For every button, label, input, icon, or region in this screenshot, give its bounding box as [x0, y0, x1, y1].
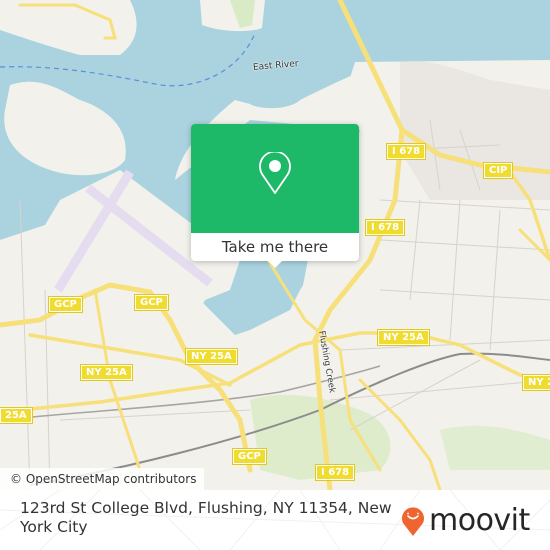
moovit-wordmark: moovit [429, 503, 530, 538]
shield-gcp-east: GCP [134, 294, 169, 311]
address-text: 123rd St College Blvd, Flushing, NY 1135… [20, 499, 392, 536]
shield-25a-edge: 25A [0, 407, 33, 424]
popup-pointer [267, 260, 283, 268]
map-view[interactable]: East River Flushing Creek I 678 CIP I 67… [0, 0, 550, 490]
shield-gcp-west: GCP [48, 296, 83, 313]
shield-gcp-south: GCP [232, 448, 267, 465]
moovit-logo[interactable]: moovit [400, 504, 530, 538]
footer: 123rd St College Blvd, Flushing, NY 1135… [0, 490, 550, 550]
map-pin-icon [259, 152, 291, 194]
location-popup: Take me there [191, 124, 359, 268]
shield-ny25a-center: NY 25A [377, 329, 430, 346]
shield-i678-north: I 678 [385, 143, 427, 160]
shield-cip: CIP [482, 162, 514, 179]
shield-ny25a-far-east: NY 25A [522, 374, 550, 391]
shield-i678-mid: I 678 [364, 219, 406, 236]
take-me-there-button[interactable]: Take me there [191, 233, 359, 261]
shield-ny25a-west: NY 25A [185, 348, 238, 365]
moovit-pin-icon [402, 507, 424, 536]
popup-header [191, 124, 359, 233]
shield-i678-south: I 678 [314, 464, 356, 481]
shield-ny25a-west-2: NY 25A [80, 364, 133, 381]
map-attribution[interactable]: © OpenStreetMap contributors [0, 468, 205, 490]
